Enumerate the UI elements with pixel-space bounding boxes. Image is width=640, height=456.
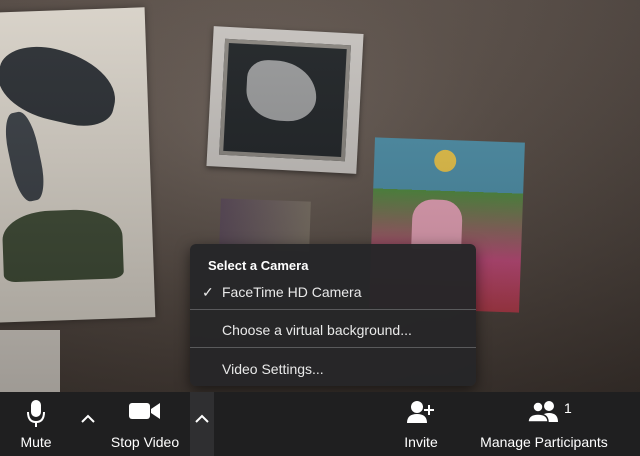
microphone-icon bbox=[27, 400, 45, 433]
checkmark-icon: ✓ bbox=[202, 284, 214, 300]
menu-item-video-settings[interactable]: Video Settings... bbox=[190, 356, 476, 382]
chevron-up-icon bbox=[195, 414, 209, 423]
menu-separator bbox=[190, 309, 476, 310]
menu-item-label: Video Settings... bbox=[222, 361, 324, 377]
menu-item-virtual-background[interactable]: Choose a virtual background... bbox=[190, 317, 476, 343]
stop-video-button[interactable]: Stop Video bbox=[104, 392, 186, 456]
video-camera-icon bbox=[129, 400, 161, 427]
menu-separator bbox=[190, 347, 476, 348]
audio-options-caret[interactable] bbox=[76, 392, 100, 456]
invite-button[interactable]: Invite bbox=[396, 392, 446, 456]
manage-participants-label: Manage Participants bbox=[480, 434, 608, 450]
menu-item-label: FaceTime HD Camera bbox=[222, 284, 362, 300]
camera-menu: Select a Camera ✓ FaceTime HD Camera Cho… bbox=[190, 244, 476, 386]
participant-count: 1 bbox=[564, 400, 572, 416]
add-person-icon bbox=[407, 400, 435, 429]
menu-header: Select a Camera bbox=[208, 258, 309, 273]
menu-item-label: Choose a virtual background... bbox=[222, 322, 412, 338]
manage-participants-button[interactable]: 1 Manage Participants bbox=[474, 392, 614, 456]
mute-button[interactable]: Mute bbox=[8, 392, 64, 456]
menu-item-facetime-camera[interactable]: ✓ FaceTime HD Camera bbox=[190, 279, 476, 305]
people-icon bbox=[527, 400, 560, 427]
invite-label: Invite bbox=[404, 434, 438, 450]
stop-video-label: Stop Video bbox=[110, 434, 180, 450]
chevron-up-icon bbox=[81, 414, 95, 423]
mute-label: Mute bbox=[20, 434, 52, 450]
meeting-toolbar: Mute Stop Video Invite 1 Manage Particip… bbox=[0, 392, 640, 456]
video-options-caret[interactable] bbox=[190, 392, 214, 456]
